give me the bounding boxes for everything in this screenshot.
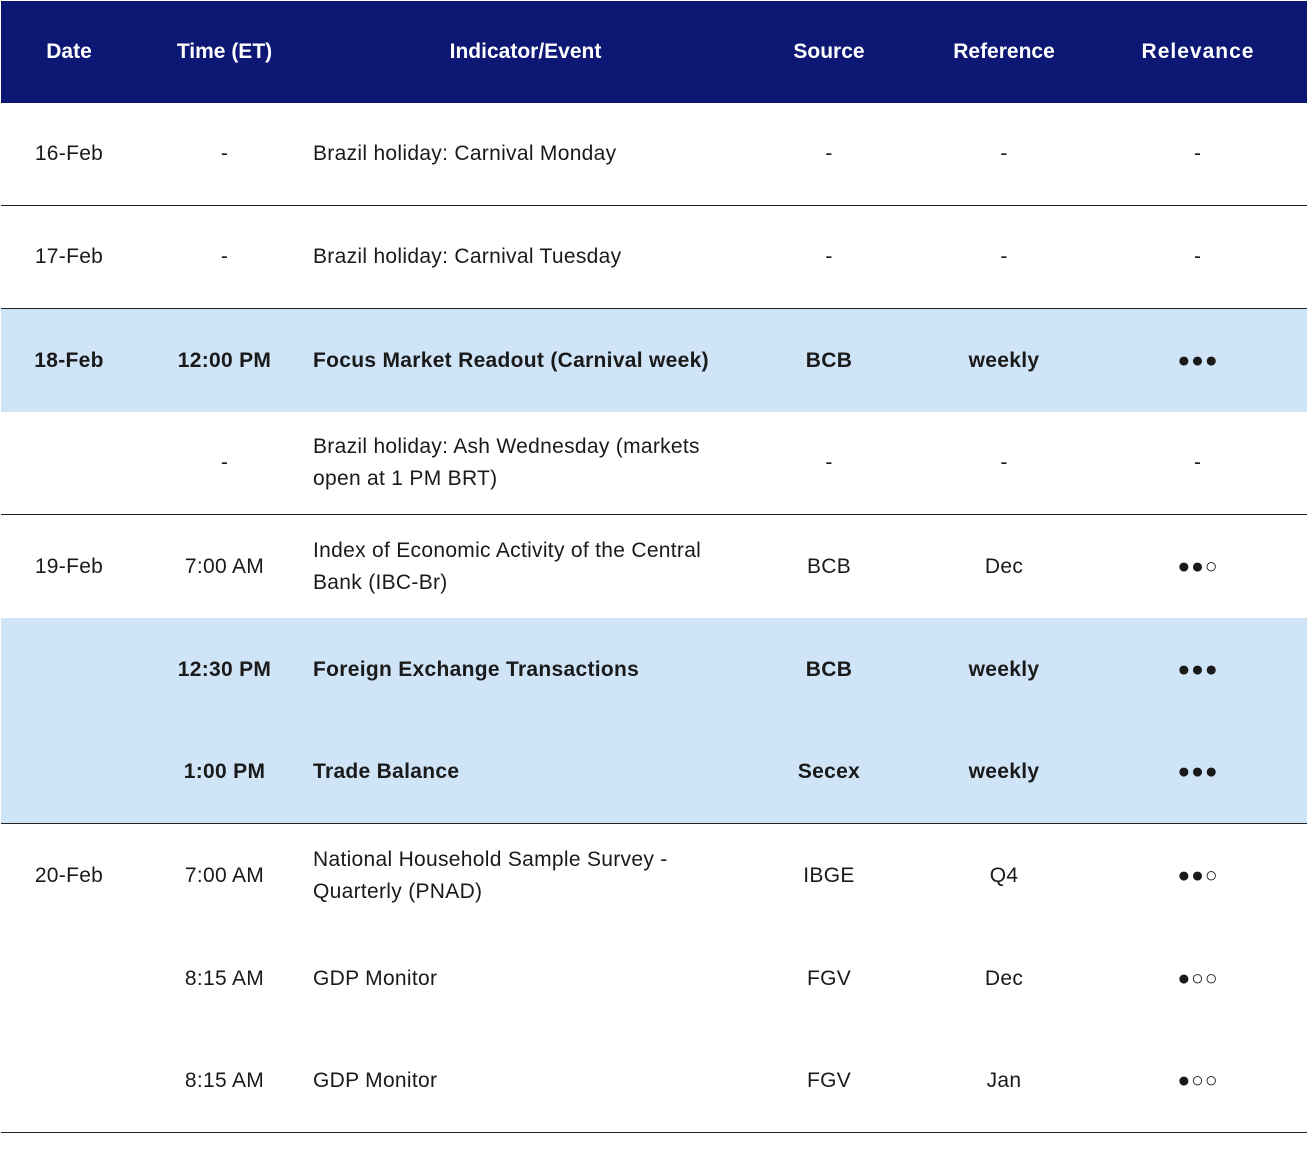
row-time: 12:30 PM — [177, 657, 272, 681]
row-event: Focus Market Readout (Carnival week) — [313, 348, 709, 372]
row-time: - — [220, 142, 229, 165]
row-source: - — [825, 451, 833, 474]
table-row: 1:00 PM Trade Balance Secex weekly ●●● — [1, 721, 1307, 824]
row-relevance: - — [1194, 451, 1202, 474]
row-date: 18-Feb — [34, 348, 104, 372]
table-row: 12:30 PM Foreign Exchange Transactions B… — [1, 618, 1307, 721]
row-time: 1:00 PM — [183, 760, 266, 783]
row-time: 8:15 AM — [184, 966, 265, 990]
row-reference: Jan — [986, 1069, 1022, 1092]
header-event: Indicator/Event — [449, 40, 602, 63]
header-reference: Reference — [953, 40, 1055, 63]
row-reference: Q4 — [989, 863, 1019, 887]
row-relevance: - — [1194, 142, 1202, 165]
row-event: Index of Economic Activity of the Centra… — [313, 538, 702, 594]
row-date: 17-Feb — [34, 245, 104, 268]
header-relevance: Relevance — [1141, 40, 1255, 63]
row-reference: weekly — [968, 760, 1040, 783]
table-row: 17-Feb - Brazil holiday: Carnival Tuesda… — [1, 206, 1307, 309]
economic-calendar-table: Date Time (ET) Indicator/Event Source Re… — [1, 1, 1307, 1133]
row-relevance: - — [1194, 245, 1202, 268]
table-row: 16-Feb - Brazil holiday: Carnival Monday… — [1, 103, 1307, 206]
row-reference: - — [1000, 451, 1008, 474]
row-event: Foreign Exchange Transactions — [313, 657, 640, 681]
row-source: IBGE — [803, 863, 855, 887]
row-time: 12:00 PM — [177, 348, 272, 372]
row-reference: Dec — [984, 554, 1024, 578]
row-date: 19-Feb — [34, 554, 104, 578]
row-reference: Dec — [984, 966, 1024, 990]
row-relevance: ●●○ — [1177, 554, 1219, 578]
row-source: BCB — [805, 657, 853, 681]
row-event: Trade Balance — [313, 760, 460, 783]
row-reference: - — [1000, 245, 1008, 268]
row-relevance: ●○○ — [1177, 1069, 1219, 1092]
row-time: 8:15 AM — [184, 1069, 265, 1092]
row-event: GDP Monitor — [313, 1069, 438, 1092]
row-time: - — [220, 245, 229, 268]
row-relevance: ●○○ — [1177, 966, 1219, 990]
row-event: Brazil holiday: Carnival Monday — [313, 142, 617, 165]
row-reference: - — [1000, 142, 1008, 165]
row-relevance: ●●● — [1177, 348, 1219, 372]
row-event: National Household Sample Survey - Quart… — [313, 847, 668, 903]
header-source: Source — [793, 40, 865, 63]
row-event: Brazil holiday: Ash Wednesday (markets o… — [313, 435, 700, 490]
row-time: - — [220, 451, 229, 474]
row-event: Brazil holiday: Carnival Tuesday — [313, 245, 622, 268]
table-row: 8:15 AM GDP Monitor FGV Jan ●○○ — [1, 1030, 1307, 1133]
row-source: BCB — [805, 348, 853, 372]
table-header: Date Time (ET) Indicator/Event Source Re… — [1, 1, 1307, 103]
row-time: 7:00 AM — [184, 554, 265, 578]
row-source: - — [825, 245, 833, 268]
table-row: 19-Feb 7:00 AM Index of Economic Activit… — [1, 515, 1307, 618]
row-event: GDP Monitor — [313, 966, 438, 990]
row-date: 20-Feb — [34, 863, 104, 887]
row-source: BCB — [806, 554, 852, 578]
row-source: Secex — [797, 760, 861, 783]
row-date: 16-Feb — [34, 142, 104, 165]
row-reference: weekly — [968, 657, 1040, 681]
row-relevance: ●●● — [1177, 760, 1219, 783]
table-row: - Brazil holiday: Ash Wednesday (markets… — [1, 412, 1307, 515]
row-time: 7:00 AM — [184, 863, 265, 887]
header-time: Time (ET) — [176, 40, 273, 63]
table-row: 20-Feb 7:00 AM National Household Sample… — [1, 824, 1307, 927]
row-reference: weekly — [968, 348, 1040, 372]
table-row: 18-Feb 12:00 PM Focus Market Readout (Ca… — [1, 309, 1307, 412]
row-source: FGV — [806, 966, 852, 990]
row-relevance: ●●○ — [1177, 863, 1219, 887]
row-source: - — [825, 142, 833, 165]
header-date: Date — [46, 40, 92, 63]
row-source: FGV — [806, 1069, 852, 1092]
table-row: 8:15 AM GDP Monitor FGV Dec ●○○ — [1, 927, 1307, 1030]
row-relevance: ●●● — [1177, 657, 1219, 681]
